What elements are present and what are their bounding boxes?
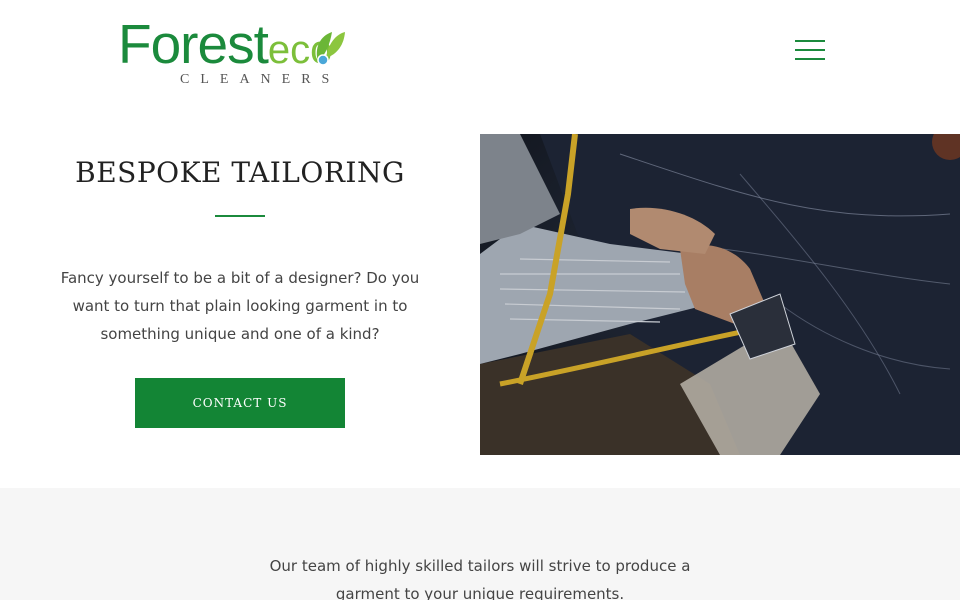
title-divider [215, 215, 265, 217]
contact-us-button[interactable]: CONTACT US [135, 378, 345, 428]
brand-logo[interactable]: Foresteco CLEANERS [118, 14, 345, 90]
site-header: Foresteco CLEANERS [0, 0, 960, 110]
tailors-info-band: Our team of highly skilled tailors will … [0, 488, 960, 600]
tailor-hands-cutting-fabric-image [480, 134, 960, 455]
menu-line [795, 49, 825, 51]
photo-illustration [480, 134, 960, 455]
logo-wordmark: Foresteco [118, 14, 332, 80]
logo-brand: Forest [118, 13, 269, 75]
menu-line [795, 40, 825, 42]
menu-line [795, 58, 825, 60]
hamburger-menu-icon[interactable] [793, 37, 827, 63]
band-text: Our team of highly skilled tailors will … [269, 557, 691, 600]
intro-section: BESPOKE TAILORING Fancy yourself to be a… [0, 134, 480, 454]
leaf-icon [316, 32, 345, 66]
section-title: BESPOKE TAILORING [75, 156, 405, 189]
intro-text: Fancy yourself to be a bit of a designer… [60, 269, 420, 343]
logo-subtitle: CLEANERS [180, 72, 341, 87]
